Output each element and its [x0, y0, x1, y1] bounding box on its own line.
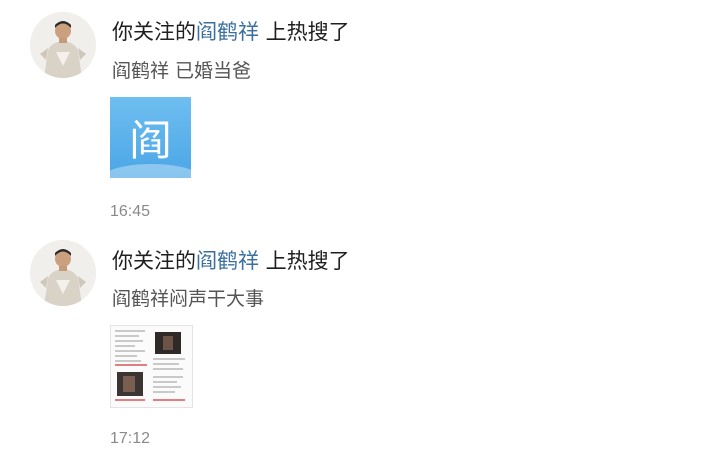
title-prefix: 你关注的 — [112, 249, 196, 273]
person-link[interactable]: 阎鹤祥 — [196, 20, 259, 44]
notification-item[interactable]: 你关注的阎鹤祥 上热搜了 阎鹤祥 已婚当爸 阎 16:45 — [0, 0, 710, 230]
timestamp: 16:45 — [110, 203, 151, 220]
person-link[interactable]: 阎鹤祥 — [196, 249, 259, 273]
title-suffix: 上热搜了 — [259, 249, 350, 273]
thumbnail-character: 阎 — [129, 116, 172, 165]
screenshot-thumbnail[interactable] — [110, 325, 193, 408]
screenshot-collage-image — [111, 326, 192, 407]
notification-title: 你关注的阎鹤祥 上热搜了 — [112, 246, 350, 276]
timestamp: 17:12 — [110, 430, 151, 447]
person-avatar-image — [30, 12, 96, 78]
avatar[interactable] — [30, 240, 96, 306]
avatar[interactable] — [30, 12, 96, 78]
title-prefix: 你关注的 — [112, 20, 196, 44]
hot-search-thumbnail[interactable]: 阎 — [110, 97, 191, 178]
notification-title: 你关注的阎鹤祥 上热搜了 — [112, 17, 350, 47]
person-avatar-image — [30, 240, 96, 306]
notification-subtitle: 阎鹤祥闷声干大事 — [112, 288, 265, 310]
title-suffix: 上热搜了 — [259, 20, 350, 44]
notification-item[interactable]: 你关注的阎鹤祥 上热搜了 阎鹤祥闷声干大事 17:12 — [0, 230, 710, 461]
notification-subtitle: 阎鹤祥 已婚当爸 — [112, 60, 252, 82]
